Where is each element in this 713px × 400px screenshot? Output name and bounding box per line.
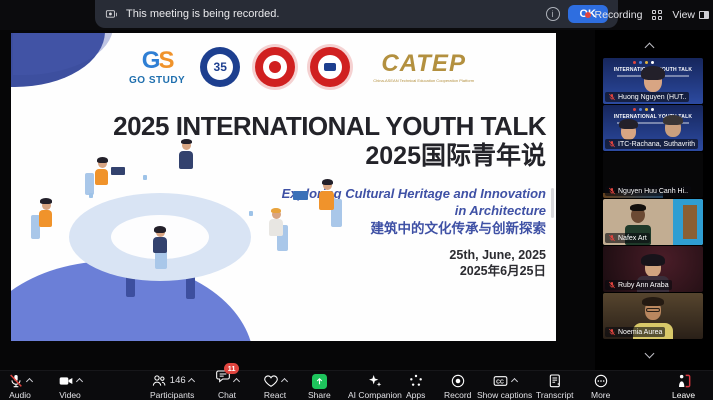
- svg-text:CC: CC: [496, 379, 504, 385]
- ai-companion-button[interactable]: AI Companion: [348, 373, 402, 400]
- slide-corner-blob: [11, 33, 113, 87]
- participant-tile[interactable]: Nafex Art: [603, 199, 703, 245]
- seameo-gear-logo: [255, 47, 296, 87]
- go-study-label: GO STUDY: [129, 74, 186, 86]
- captions-button[interactable]: CC Show captions: [477, 373, 532, 400]
- recording-screen-icon: [105, 9, 117, 18]
- muted-mic-icon: [609, 281, 615, 289]
- participant-hair: [630, 204, 646, 211]
- recording-dot-icon: [584, 12, 591, 18]
- door-panel: [683, 205, 697, 239]
- catep-subtitle: China-ASEAN Technical Education Cooperat…: [373, 77, 475, 83]
- react-options-chevron-icon[interactable]: [280, 377, 289, 386]
- gear-book-logo: [310, 47, 351, 87]
- participants-filmstrip: INTERNATIONAL YOUTH TALK Huong Nguyen (H…: [595, 30, 713, 370]
- participant-tile[interactable]: Noemia Aurea: [603, 293, 703, 339]
- recording-indicator: Recording: [584, 9, 643, 21]
- recording-indicator-label: Recording: [594, 9, 643, 21]
- participant-tile[interactable]: Nguyen Huu Canh Hi..: [603, 152, 703, 198]
- apps-button[interactable]: Apps: [406, 373, 425, 400]
- chat-button[interactable]: 11 Chat: [215, 363, 241, 400]
- participant-name-tag: Nafex Art: [605, 233, 650, 243]
- participant-name-tag: Ruby Ann Araba: [605, 280, 672, 290]
- view-label: View: [672, 9, 695, 21]
- university-emblem-logo: 35: [200, 47, 241, 87]
- glasses-detail: [646, 308, 660, 312]
- slide-title-en: 2025 INTERNATIONAL YOUTH TALK: [113, 111, 546, 141]
- muted-mic-icon: [10, 374, 22, 388]
- zoom-meeting-window: This meeting is being recorded. i OK Rec…: [0, 0, 713, 400]
- muted-mic-icon: [609, 234, 615, 242]
- camera-icon: [59, 377, 73, 385]
- top-bar: This meeting is being recorded. i OK Rec…: [0, 0, 713, 30]
- participants-button[interactable]: 146 Participants: [150, 373, 195, 400]
- info-icon[interactable]: i: [545, 7, 560, 21]
- participant-name-tag: Nguyen Huu Canh Hi..: [605, 186, 692, 196]
- recording-notification: This meeting is being recorded. i OK: [95, 0, 618, 28]
- participant-name-tag: ITC-Rachana, Suthavrith: [605, 139, 699, 149]
- slide-date-zh: 2025年6月25日: [459, 264, 546, 278]
- presentation-slide: GS GO STUDY 35 CATEP China-ASEAN Technic…: [11, 33, 556, 341]
- closed-captions-icon: CC: [493, 376, 508, 386]
- slide-logos-row: GS GO STUDY 35 CATEP China-ASEAN Technic…: [129, 47, 474, 87]
- transcript-button[interactable]: Transcript: [536, 373, 573, 400]
- slide-date-en: 25th, June, 2025: [449, 248, 546, 262]
- shared-screen-area: GS GO STUDY 35 CATEP China-ASEAN Technic…: [0, 30, 595, 370]
- participant-hair: [641, 254, 665, 266]
- audio-button[interactable]: Audio: [8, 373, 34, 400]
- participant-name-tag: Huong Nguyen (HUT..: [605, 92, 690, 102]
- participant-tile[interactable]: INTERNATIONAL YOUTH TALK Huong Nguyen (H…: [603, 58, 703, 104]
- video-button[interactable]: Video: [58, 373, 84, 400]
- participant-hair: [641, 66, 665, 80]
- scroll-down-chevron-icon[interactable]: [644, 344, 655, 362]
- cup-illustration: [143, 175, 147, 180]
- laptop-illustration: [111, 167, 125, 175]
- more-ellipsis-icon: [594, 374, 607, 388]
- meeting-toolbar: Audio Video 146 Participants 11 Chat Rea…: [0, 363, 713, 400]
- record-button[interactable]: Record: [444, 373, 471, 400]
- captions-options-chevron-icon[interactable]: [511, 377, 519, 386]
- muted-mic-icon: [609, 328, 615, 336]
- muted-mic-icon: [609, 93, 615, 101]
- record-icon: [451, 374, 464, 388]
- leave-door-icon: [678, 374, 690, 388]
- react-button[interactable]: React: [263, 373, 289, 400]
- heart-icon: [264, 375, 278, 387]
- catep-logo: CATEP China-ASEAN Technical Education Co…: [373, 49, 475, 83]
- muted-mic-icon: [609, 140, 615, 148]
- scroll-up-chevron-icon[interactable]: [644, 38, 655, 56]
- banner-text: INTERNATIONAL YOUTH TALK: [613, 114, 693, 120]
- share-screen-icon: [311, 374, 327, 389]
- audio-options-chevron-icon[interactable]: [25, 377, 34, 386]
- more-button[interactable]: More: [591, 373, 610, 400]
- participant-hair: [619, 119, 638, 129]
- share-scrollbar[interactable]: [551, 188, 554, 218]
- participant-name-tag: Noemia Aurea: [605, 327, 666, 337]
- chat-options-chevron-icon[interactable]: [232, 377, 241, 386]
- share-button[interactable]: Share: [308, 373, 331, 400]
- slide-subtitle-zh: 建筑中的文化传承与创新探索: [370, 221, 547, 236]
- apps-icon: [409, 374, 422, 386]
- participant-tile[interactable]: INTERNATIONAL YOUTH TALK ITC-Rachana, Su…: [603, 105, 703, 151]
- sparkle-icon: [368, 375, 382, 387]
- muted-mic-icon: [609, 187, 615, 195]
- participants-count: 146: [169, 375, 186, 386]
- participants-icon: [152, 375, 166, 386]
- view-button[interactable]: View: [672, 9, 709, 21]
- video-options-chevron-icon[interactable]: [75, 377, 84, 386]
- chat-badge: 11: [224, 363, 239, 374]
- leave-button[interactable]: Leave: [672, 373, 695, 400]
- gallery-view-icon[interactable]: [652, 10, 663, 20]
- go-study-logo: GS GO STUDY: [129, 46, 186, 86]
- recording-notification-text: This meeting is being recorded.: [126, 8, 280, 20]
- view-layout-icon: [699, 11, 709, 19]
- cup-illustration: [89, 193, 93, 198]
- participant-hair: [663, 115, 683, 125]
- laptop-illustration: [293, 191, 308, 200]
- participants-options-chevron-icon[interactable]: [187, 377, 195, 386]
- participant-tile[interactable]: Ruby Ann Araba: [603, 246, 703, 292]
- cup-illustration: [249, 211, 253, 216]
- transcript-icon: [549, 374, 560, 388]
- participant-hair: [642, 297, 664, 306]
